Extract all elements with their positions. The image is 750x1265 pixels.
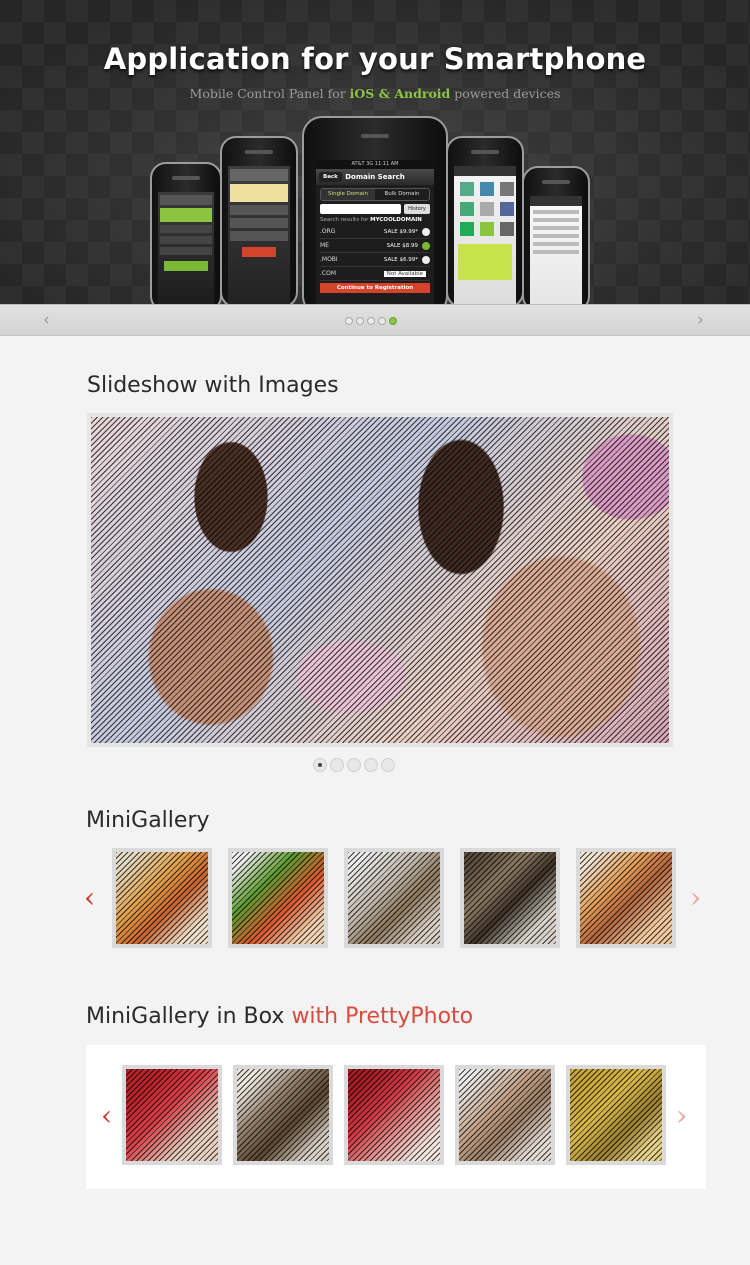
phone-image [522, 166, 590, 304]
check-icon [422, 241, 430, 250]
tld: .COM [320, 270, 336, 277]
platform-highlight: iOS & Android [349, 86, 451, 101]
section-title-minigallery-box: MiniGallery in Box with PrettyPhoto [86, 1004, 473, 1029]
phone-screen: AT&T 3G 11:11 AM Back Domain Search Sing… [316, 160, 434, 304]
results-term: MYCOOLDOMAIN [370, 217, 422, 223]
box-gallery-thumbnail[interactable] [566, 1065, 666, 1165]
tld: .MOBI [320, 256, 338, 263]
box-gallery-thumbnail[interactable] [233, 1065, 333, 1165]
slideshow-pagination [313, 758, 395, 772]
slider-dot[interactable] [378, 317, 386, 325]
price: SALE $9.99* [383, 228, 418, 235]
radio-icon [422, 255, 430, 264]
box-gallery-next-arrow[interactable]: › [676, 1102, 687, 1130]
box-gallery-prev-arrow[interactable]: ‹ [101, 1102, 112, 1130]
hero-subtitle-tail: powered devices [450, 86, 561, 101]
slideshow-dot[interactable] [347, 758, 361, 772]
result-row: .ORG SALE $9.99* [320, 225, 430, 239]
result-row: ME SALE $8.99 [320, 239, 430, 253]
box-gallery-thumbnail[interactable] [122, 1065, 222, 1165]
price: SALE $8.99 [386, 242, 418, 249]
screen-header: Back Domain Search [316, 169, 434, 185]
continue-button: Continue to Registration [320, 283, 430, 293]
phone-image [446, 136, 524, 304]
slideshow-dot-active[interactable] [313, 758, 327, 772]
hero-title: Application for your Smartphone [103, 42, 647, 76]
section-title-minigallery: MiniGallery [86, 808, 210, 833]
slider-next-arrow[interactable]: › [697, 311, 704, 329]
slider-controls: ‹ › [0, 304, 750, 336]
price: Not Available [383, 270, 426, 277]
slider-dot[interactable] [345, 317, 353, 325]
box-gallery-thumbnail[interactable] [455, 1065, 555, 1165]
slideshow-image [87, 413, 673, 747]
back-button: Back [319, 172, 342, 182]
slideshow-dot[interactable] [381, 758, 395, 772]
result-row: .COM Not Available [320, 267, 430, 281]
gallery-thumbnail[interactable] [344, 848, 444, 948]
screen-title: Domain Search [345, 173, 405, 181]
tld: ME [320, 242, 329, 249]
history-button: History [404, 204, 430, 214]
slider-dot-active[interactable] [389, 317, 397, 325]
slider-dot[interactable] [356, 317, 364, 325]
phone-image [220, 136, 298, 304]
gallery-thumbnail[interactable] [460, 848, 560, 948]
tab-bulk-domain: Bulk Domain [384, 191, 420, 197]
phone-image [150, 162, 222, 304]
results-label: Search results for MYCOOLDOMAIN [320, 217, 430, 223]
section-title-text: MiniGallery in Box [86, 1004, 292, 1029]
results-label-text: Search results for [320, 217, 369, 223]
gallery-thumbnail[interactable] [576, 848, 676, 948]
slider-pagination [345, 317, 397, 325]
gallery-prev-arrow[interactable]: ‹ [84, 884, 95, 912]
section-title-slideshow: Slideshow with Images [87, 373, 339, 398]
gallery-thumbnail[interactable] [112, 848, 212, 948]
result-row: .MOBI SALE $6.99* [320, 253, 430, 267]
gallery-thumbnail[interactable] [228, 848, 328, 948]
domain-tabs: Single Domain Bulk Domain [320, 188, 430, 201]
box-gallery-thumbnail[interactable] [344, 1065, 444, 1165]
hero-subtitle-text: Mobile Control Panel for [189, 86, 350, 101]
tab-single-domain: Single Domain [321, 189, 375, 200]
search-row: History [320, 204, 430, 214]
hero-subtitle: Mobile Control Panel for iOS & Android p… [0, 86, 750, 101]
slider-dot[interactable] [367, 317, 375, 325]
hero-banner: Application for your Smartphone Mobile C… [0, 0, 750, 304]
slideshow-dot[interactable] [364, 758, 378, 772]
gallery-next-arrow[interactable]: › [690, 884, 701, 912]
search-input [320, 204, 401, 214]
status-bar: AT&T 3G 11:11 AM [316, 160, 434, 169]
price: SALE $6.99* [383, 256, 418, 263]
radio-icon [422, 227, 430, 236]
slideshow-dot[interactable] [330, 758, 344, 772]
slider-prev-arrow[interactable]: ‹ [43, 311, 50, 329]
tld: .ORG [320, 228, 336, 235]
section-title-highlight: with PrettyPhoto [291, 1004, 474, 1029]
